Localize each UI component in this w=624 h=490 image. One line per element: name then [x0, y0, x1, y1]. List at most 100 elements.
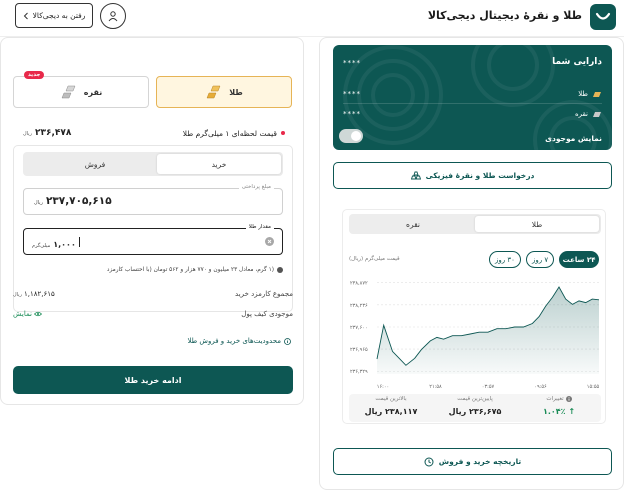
asset-divider — [343, 103, 602, 104]
range-24h-chip[interactable]: ۲۴ ساعت — [559, 251, 599, 268]
trade-form: خرید فروش مبلغ پرداختی ۲۳۷,۷۰۵,۶۱۵ ریال … — [13, 145, 293, 312]
payment-amount-field[interactable]: مبلغ پرداختی ۲۳۷,۷۰۵,۶۱۵ ریال — [23, 184, 283, 215]
info-icon — [565, 396, 572, 402]
show-balance-label: نمایش موجودی — [545, 134, 602, 143]
stat-high: بالاترین قیمت ۲۳۸,۱۱۷ ریال — [349, 396, 433, 416]
select-gold-label: طلا — [229, 87, 243, 97]
site-title: طلا و نقرهٔ دیجیتال دیجی‌کالا — [427, 9, 582, 22]
page-header: طلا و نقرهٔ دیجیتال دیجی‌کالا رفتن به دی… — [0, 0, 624, 34]
gold-bars-stack-icon — [410, 171, 421, 180]
show-balance-toggle[interactable] — [339, 129, 363, 143]
live-price-row: قیمت لحظه‌ای ۱ میلی‌گرم طلا ۲۳۶,۴۷۸ ریال — [23, 128, 285, 138]
live-price-unit: ریال — [23, 131, 32, 137]
silver-bar-icon — [593, 112, 601, 117]
asset-row-gold: طلا **** — [343, 90, 602, 98]
eye-icon — [34, 311, 43, 317]
wallet-row: موجودی کیف پول نمایش — [13, 310, 293, 318]
clock-icon — [424, 457, 434, 466]
chart-tab-silver[interactable]: نقره — [351, 216, 475, 232]
stat-change-label: تغییرات — [517, 396, 601, 402]
up-arrow-icon: ↑ — [568, 407, 576, 416]
clear-icon[interactable] — [265, 237, 274, 246]
fee-number: ۱,۱۸۲,۶۱۵ — [23, 290, 55, 298]
trade-limits-link[interactable]: محدودیت‌های خرید و فروش طلا — [187, 337, 291, 345]
tab-buy[interactable]: خرید — [157, 154, 281, 174]
y-tick-label: ۲۳۶,۹۶۵ — [350, 347, 368, 353]
gold-bar-icon — [593, 92, 601, 97]
price-stats: تغییرات ↑ ۱.۰۴٪ پایین‌ترین قیمت ۲۳۶,۶۷۵ … — [349, 394, 601, 422]
smile-logo-icon — [595, 12, 611, 20]
user-account-button[interactable] — [100, 3, 126, 29]
payment-amount-number: ۲۳۷,۷۰۵,۶۱۵ — [45, 195, 112, 207]
wallet-show-link[interactable]: نمایش — [13, 310, 43, 318]
y-tick-label: ۲۳۸,۲۳۶ — [350, 303, 368, 309]
stat-change-text: تغییرات — [546, 396, 564, 402]
stat-change-number: ۱.۰۴٪ — [542, 407, 566, 416]
y-tick-label: ۲۳۶,۳۲۹ — [350, 369, 368, 375]
asset-gold-value: **** — [343, 90, 361, 98]
gold-amount-label: مقدار طلا — [245, 224, 274, 230]
physical-request-label: درخواست طلا و نقرهٔ فیزیکی — [425, 171, 535, 180]
stat-change-value: ↑ ۱.۰۴٪ — [517, 407, 601, 416]
chart-tab-gold[interactable]: طلا — [475, 216, 599, 232]
user-icon — [108, 11, 118, 22]
y-tick-label: ۲۳۸,۸۷۲ — [350, 281, 368, 287]
select-gold-card[interactable]: طلا — [156, 76, 292, 108]
continue-buy-button[interactable]: ادامه خرید طلا — [13, 366, 293, 394]
new-badge: جدید — [24, 71, 45, 79]
chart-price-unit: قیمت میلی‌گرم (ریال) — [349, 256, 400, 262]
payment-amount-unit: ریال — [34, 200, 43, 206]
back-label: رفتن به دیجی‌کالا — [32, 11, 86, 20]
info-dot-icon — [277, 267, 283, 273]
assets-and-chart-panel: دارایی شما **** طلا **** نقره **** نمایش… — [319, 37, 624, 490]
digikala-logo[interactable] — [590, 4, 616, 30]
range-7d-chip[interactable]: ۷ روز — [526, 251, 554, 268]
fee-unit: ریال — [13, 292, 22, 298]
x-tick-label: ۰۹:۵۶ — [534, 384, 547, 390]
asset-name-gold: طلا — [578, 90, 602, 98]
wallet-show-text: نمایش — [13, 310, 33, 318]
tab-sell[interactable]: فروش — [33, 154, 157, 174]
physical-request-button[interactable]: درخواست طلا و نقرهٔ فیزیکی — [333, 162, 612, 189]
assets-total-value: **** — [343, 59, 361, 67]
back-to-digikala-button[interactable]: رفتن به دیجی‌کالا — [15, 3, 93, 28]
price-area — [377, 287, 599, 374]
gold-amount-number: ۱,۰۰۰ — [53, 240, 76, 249]
trade-limits-text: محدودیت‌های خرید و فروش طلا — [187, 337, 281, 345]
select-silver-label: نقره — [83, 87, 103, 97]
live-price-label: قیمت لحظه‌ای ۱ میلی‌گرم طلا — [183, 129, 285, 138]
conversion-hint-text: (۱ گرم، معادل ۲۳ میلیون و ۷۷۰ هزار و ۵۶۲… — [106, 267, 274, 273]
x-tick-label: ۱۶:۰۰ — [377, 384, 389, 390]
chevron-left-icon — [23, 12, 28, 19]
trade-panel: طلا جدید نقره قیمت لحظه‌ای ۱ میلی‌گرم طل… — [0, 37, 304, 405]
stat-low-value: ۲۳۶,۶۷۵ ریال — [448, 407, 502, 416]
conversion-hint: (۱ گرم، معادل ۲۳ میلیون و ۷۷۰ هزار و ۵۶۲… — [21, 267, 283, 273]
assets-card: دارایی شما **** طلا **** نقره **** نمایش… — [333, 45, 612, 150]
trade-history-label: تاریخچه خرید و فروش — [438, 457, 522, 466]
payment-amount-value: ۲۳۷,۷۰۵,۶۱۵ ریال — [34, 195, 112, 207]
select-silver-card[interactable]: جدید نقره — [13, 71, 149, 108]
gold-bars-icon — [206, 85, 221, 99]
stat-change: تغییرات ↑ ۱.۰۴٪ — [517, 396, 601, 416]
fee-label: مجموع کارمزد خرید — [235, 290, 293, 298]
stat-high-label: بالاترین قیمت — [375, 396, 407, 402]
trade-history-button[interactable]: تاریخچه خرید و فروش — [333, 448, 612, 475]
trade-type-tabs: خرید فروش — [23, 152, 283, 176]
stat-low: پایین‌ترین قیمت ۲۳۶,۶۷۵ ریال — [433, 396, 517, 416]
asset-gold-label: طلا — [578, 90, 588, 98]
stat-low-label: پایین‌ترین قیمت — [457, 396, 493, 402]
silver-bars-icon — [61, 85, 76, 99]
range-30d-chip[interactable]: ۳۰ روز — [489, 251, 521, 268]
stat-high-value: ۲۳۸,۱۱۷ ریال — [364, 407, 418, 416]
live-price-text: قیمت لحظه‌ای ۱ میلی‌گرم طلا — [182, 128, 277, 138]
close-icon — [267, 239, 272, 244]
gold-amount-unit: میلی‌گرم — [32, 243, 51, 249]
text-cursor — [78, 237, 80, 247]
fee-value: ۱,۱۸۲,۶۱۵ ریال — [13, 290, 55, 298]
wallet-label: موجودی کیف پول — [241, 310, 293, 318]
x-tick-label: ۱۵:۵۵ — [587, 384, 600, 390]
fee-row: مجموع کارمزد خرید ۱,۱۸۲,۶۱۵ ریال — [13, 290, 293, 298]
gold-amount-field[interactable]: مقدار طلا ۱,۰۰۰ میلی‌گرم — [23, 224, 283, 255]
assets-title: دارایی شما — [552, 57, 602, 67]
gold-amount-value: ۱,۰۰۰ میلی‌گرم — [32, 237, 81, 249]
